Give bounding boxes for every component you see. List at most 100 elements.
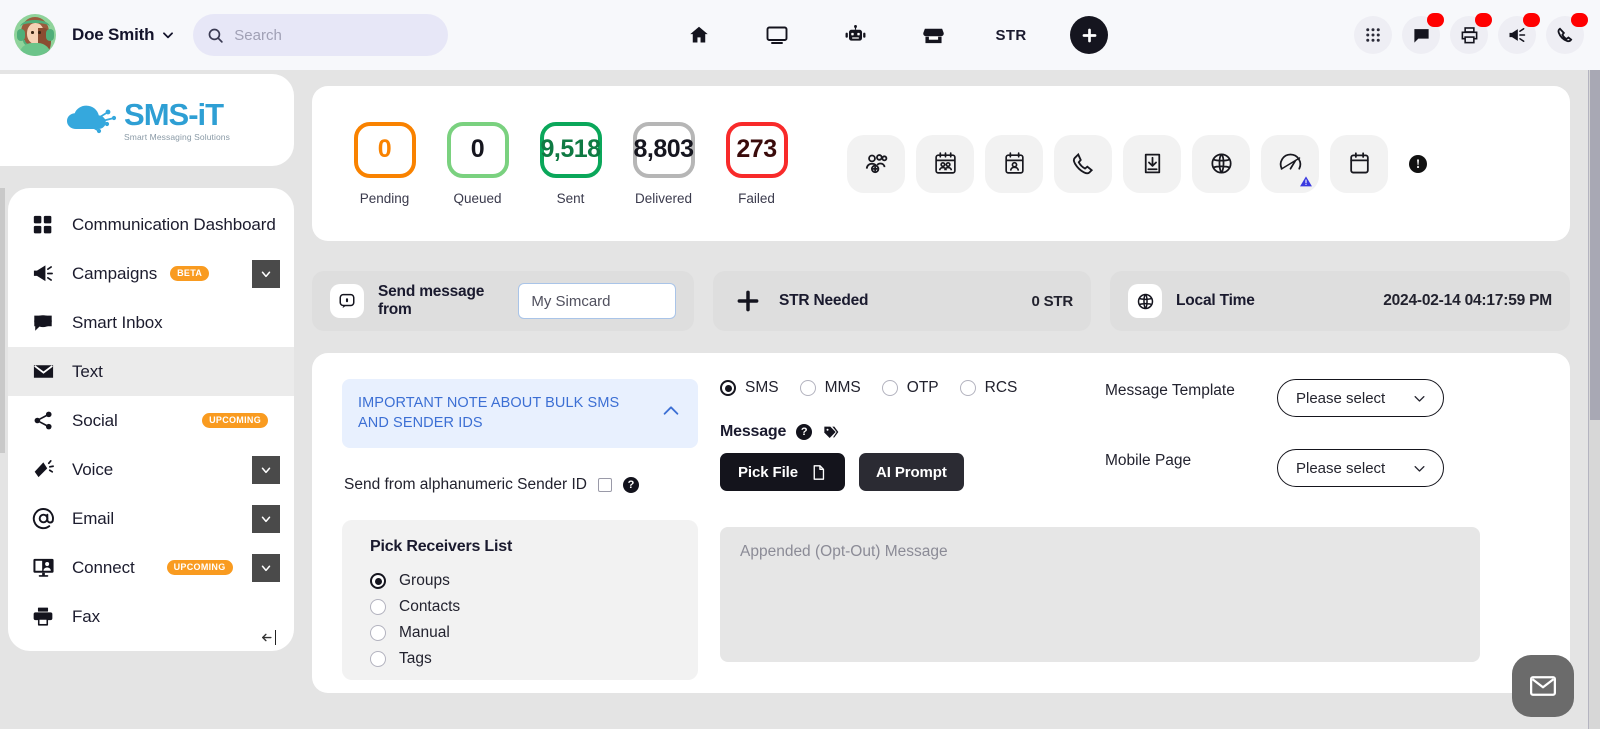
send-from-strip: Send message from My Simcard	[312, 271, 694, 331]
str-needed-value: 0 STR	[1031, 293, 1073, 310]
receiver-option-tags[interactable]: Tags	[370, 646, 698, 672]
sidebar-expand-voice[interactable]	[252, 456, 280, 484]
add-button[interactable]	[1070, 16, 1108, 54]
message-type-otp[interactable]: OTP	[882, 379, 939, 397]
radio-rcs[interactable]	[960, 380, 976, 396]
nav-home[interactable]	[660, 0, 738, 70]
printer-button[interactable]	[1450, 16, 1488, 54]
radio-sms[interactable]	[720, 380, 736, 396]
pick-file-label: Pick File	[738, 464, 798, 481]
ai-prompt-button[interactable]: AI Prompt	[859, 453, 964, 491]
sidebar-item-smart-inbox[interactable]: Smart Inbox	[8, 298, 294, 347]
top-nav: STR	[660, 0, 1128, 70]
sidebar-item-connect[interactable]: Connect UPCOMING	[8, 543, 294, 592]
sidebar-item-email[interactable]: Email	[8, 494, 294, 543]
message-type-sms[interactable]: SMS	[720, 379, 779, 397]
add-group-button[interactable]	[847, 135, 905, 193]
message-type-label: RCS	[985, 379, 1018, 397]
message-action-buttons: Pick File AI Prompt	[720, 453, 1083, 491]
page-scrollbar-thumb[interactable]	[1590, 70, 1600, 420]
radio-groups[interactable]	[370, 573, 386, 589]
radio-otp[interactable]	[882, 380, 898, 396]
chat-bubble-icon	[30, 312, 56, 334]
contact-calendar-button[interactable]	[985, 135, 1043, 193]
apps-grid-button[interactable]	[1354, 16, 1392, 54]
radio-manual[interactable]	[370, 625, 386, 641]
nav-add[interactable]	[1050, 0, 1128, 70]
message-label: Message	[720, 423, 786, 441]
sidebar-item-campaigns[interactable]: Campaigns BETA	[8, 249, 294, 298]
phone-button[interactable]	[1546, 16, 1584, 54]
stat-sent: 9,518 Sent	[524, 122, 617, 206]
sidebar-item-communication-dashboard[interactable]: Communication Dashboard	[8, 200, 294, 249]
group-calendar-button[interactable]	[916, 135, 974, 193]
page-scrollbar[interactable]	[1588, 70, 1600, 729]
local-time-value: 2024-02-14 04:17:59 PM	[1383, 292, 1552, 310]
app-logo[interactable]: SMS-iT Smart Messaging Solutions	[64, 99, 230, 142]
stats-card: 0 Pending 0 Queued 9,518 Sent 8,803	[312, 86, 1570, 241]
message-type-mms[interactable]: MMS	[800, 379, 861, 397]
fax-printer-icon	[30, 606, 56, 628]
chevron-down-icon[interactable]	[161, 28, 175, 42]
alphanumeric-sender-label: Send from alphanumeric Sender ID	[344, 476, 587, 494]
sidebar-expand-email[interactable]	[252, 505, 280, 533]
nav-store[interactable]	[894, 0, 972, 70]
search-input[interactable]	[234, 27, 434, 44]
announcement-button[interactable]	[1498, 16, 1536, 54]
chat-button[interactable]	[1402, 16, 1440, 54]
bulk-sms-note[interactable]: IMPORTANT NOTE ABOUT BULK SMS AND SENDER…	[342, 379, 698, 448]
gauge-button[interactable]	[1261, 135, 1319, 193]
help-icon[interactable]: ?	[796, 424, 812, 440]
radio-tags[interactable]	[370, 651, 386, 667]
calendar-button[interactable]	[1330, 135, 1388, 193]
user-name-label[interactable]: Doe Smith	[72, 25, 154, 45]
sidebar-item-text[interactable]: Text	[8, 347, 294, 396]
receiver-option-manual[interactable]: Manual	[370, 620, 698, 646]
nav-monitor[interactable]	[738, 0, 816, 70]
stat-pending: 0 Pending	[338, 122, 431, 206]
sidebar-collapse-button[interactable]	[259, 630, 277, 645]
floating-message-button[interactable]	[1512, 655, 1574, 717]
nav-bot[interactable]	[816, 0, 894, 70]
download-button[interactable]	[1123, 135, 1181, 193]
sidebar-item-social[interactable]: Social UPCOMING	[8, 396, 294, 445]
alphanumeric-sender-checkbox[interactable]	[598, 478, 612, 492]
pick-file-button[interactable]: Pick File	[720, 453, 845, 491]
plus-icon[interactable]	[731, 284, 765, 318]
radio-mms[interactable]	[800, 380, 816, 396]
message-template-select[interactable]: Please select	[1277, 379, 1444, 417]
tag-icon[interactable]	[822, 424, 840, 440]
message-template-value: Please select	[1296, 390, 1385, 407]
info-badge[interactable]: !	[1409, 155, 1427, 173]
receiver-option-label: Groups	[399, 572, 450, 590]
upcoming-badge: UPCOMING	[202, 413, 268, 428]
chevron-up-icon[interactable]	[660, 400, 682, 422]
search-box[interactable]	[193, 14, 448, 56]
avatar[interactable]	[14, 14, 56, 56]
stat-label: Queued	[453, 191, 501, 206]
radio-contacts[interactable]	[370, 599, 386, 615]
local-time-strip: Local Time 2024-02-14 04:17:59 PM	[1110, 271, 1570, 331]
local-time-label: Local Time	[1176, 292, 1255, 310]
cloud-logo-icon	[64, 103, 120, 137]
receiver-option-contacts[interactable]: Contacts	[370, 594, 698, 620]
nav-str[interactable]: STR	[972, 0, 1050, 70]
sidebar-expand-campaigns[interactable]	[252, 260, 280, 288]
mobile-page-value: Please select	[1296, 460, 1385, 477]
stat-delivered: 8,803 Delivered	[617, 122, 710, 206]
sidebar-item-fax[interactable]: Fax	[8, 592, 294, 641]
sidebar-expand-connect[interactable]	[252, 554, 280, 582]
globe-button[interactable]	[1192, 135, 1250, 193]
help-icon[interactable]: ?	[623, 477, 639, 493]
stat-value: 8,803	[633, 135, 693, 164]
simcard-select[interactable]: My Simcard	[518, 283, 676, 319]
mobile-page-select[interactable]: Please select	[1277, 449, 1444, 487]
plus-icon	[1080, 26, 1099, 45]
message-type-rcs[interactable]: RCS	[960, 379, 1018, 397]
calendar-icon	[1347, 151, 1372, 176]
phone-call-button[interactable]	[1054, 135, 1112, 193]
sidebar-scroll-track[interactable]	[0, 188, 5, 453]
sidebar-item-voice[interactable]: Voice	[8, 445, 294, 494]
stat-value-box: 0	[447, 122, 509, 178]
receiver-option-groups[interactable]: Groups	[370, 568, 698, 594]
